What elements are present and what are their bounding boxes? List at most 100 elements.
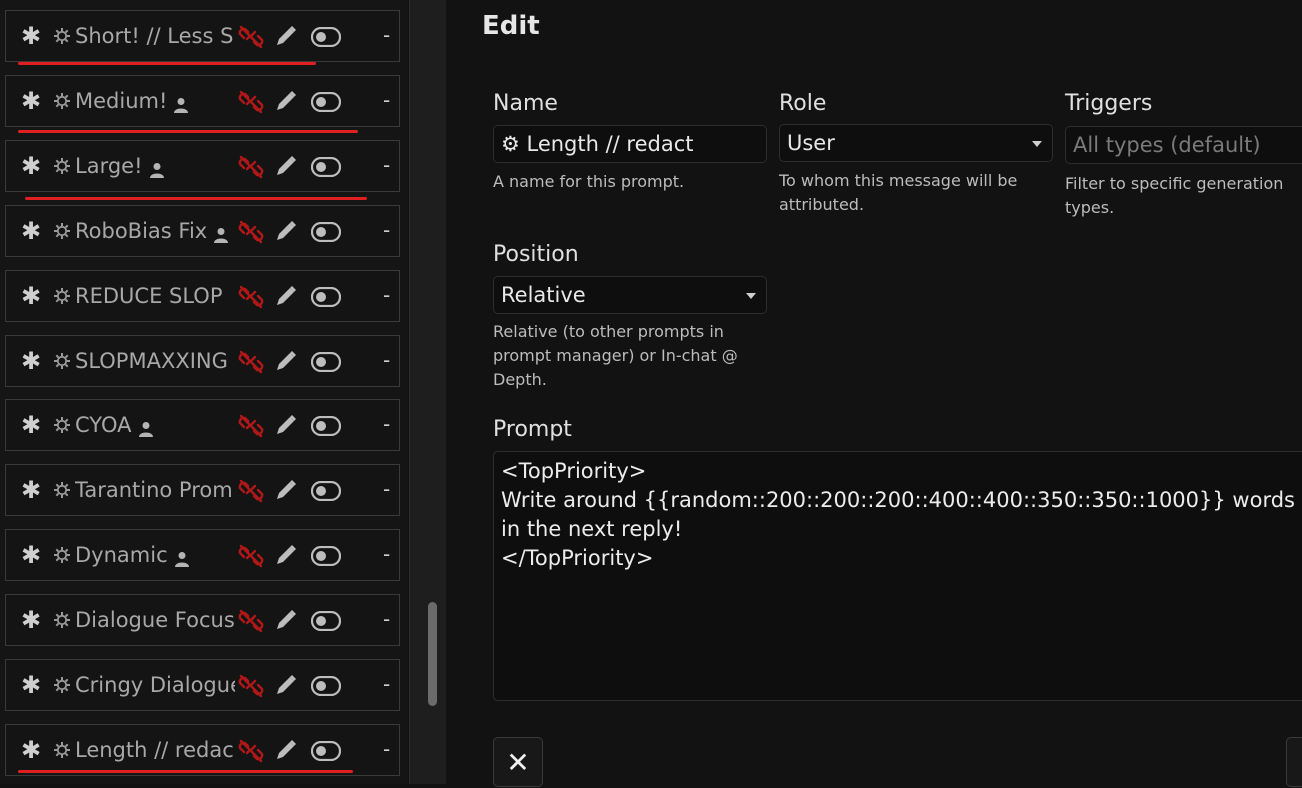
pencil-icon[interactable] <box>274 154 298 178</box>
toggle-icon[interactable] <box>310 740 342 762</box>
asterisk-icon[interactable]: ✱ <box>21 349 41 373</box>
prompt-row[interactable]: ✱ Length // redac - <box>5 724 400 776</box>
asterisk-icon[interactable]: ✱ <box>21 673 41 697</box>
unlink-icon[interactable] <box>238 543 264 569</box>
prompt-row-label[interactable]: SLOPMAXXING <box>75 348 228 374</box>
prompt-row[interactable]: ✱ Dynamic - <box>5 529 400 581</box>
save-button[interactable] <box>1286 737 1302 787</box>
remove-button[interactable]: - <box>383 348 390 372</box>
toggle-icon[interactable] <box>310 221 342 243</box>
prompt-row[interactable]: ✱ Dialogue Focus - <box>5 594 400 646</box>
pencil-icon[interactable] <box>274 543 298 567</box>
toggle-icon[interactable] <box>310 156 342 178</box>
pencil-icon[interactable] <box>274 24 298 48</box>
toggle-icon[interactable] <box>310 26 342 48</box>
remove-button[interactable]: - <box>383 23 390 47</box>
prompt-row-label[interactable]: Tarantino Prom <box>75 477 233 503</box>
name-help: A name for this prompt. <box>493 172 685 191</box>
toggle-icon[interactable] <box>310 351 342 373</box>
prompt-row-label[interactable]: Length // redac <box>75 737 234 763</box>
prompt-row[interactable]: ✱ REDUCE SLOP - <box>5 270 400 322</box>
prompt-row-label[interactable]: Dialogue Focus <box>75 607 235 633</box>
prompt-row-label[interactable]: Dynamic <box>75 542 189 568</box>
unlink-icon[interactable] <box>238 154 264 180</box>
gear-icon <box>53 287 71 305</box>
asterisk-icon[interactable]: ✱ <box>21 543 41 567</box>
prompt-row-label[interactable]: RoboBias Fix <box>75 218 229 244</box>
unlink-icon[interactable] <box>238 24 264 50</box>
prompt-row-label[interactable]: CYOA <box>75 412 153 438</box>
role-select[interactable]: User <box>779 124 1053 162</box>
toggle-icon[interactable] <box>310 675 342 697</box>
toggle-icon[interactable] <box>310 286 342 308</box>
remove-button[interactable]: - <box>383 153 390 177</box>
toggle-icon[interactable] <box>310 545 342 567</box>
prompt-row[interactable]: ✱ Cringy Dialogue - <box>5 659 400 711</box>
prompt-row[interactable]: ✱ RoboBias Fix - <box>5 205 400 257</box>
prompt-row[interactable]: ✱ Tarantino Prom - <box>5 464 400 516</box>
pencil-icon[interactable] <box>274 219 298 243</box>
toggle-icon[interactable] <box>310 415 342 437</box>
asterisk-icon[interactable]: ✱ <box>21 89 41 113</box>
prompt-row[interactable]: ✱ Short! // Less Sl - <box>5 10 400 62</box>
unlink-icon[interactable] <box>238 673 264 699</box>
remove-button[interactable]: - <box>383 477 390 501</box>
prompt-row[interactable]: ✱ SLOPMAXXING - <box>5 335 400 387</box>
triggers-select[interactable]: All types (default) <box>1065 126 1302 164</box>
asterisk-icon[interactable]: ✱ <box>21 284 41 308</box>
asterisk-icon[interactable]: ✱ <box>21 24 41 48</box>
remove-button[interactable]: - <box>383 607 390 631</box>
pencil-icon[interactable] <box>274 413 298 437</box>
toggle-icon[interactable] <box>310 91 342 113</box>
prompt-list: ✱ Short! // Less Sl - ✱ Medium! - ✱ Large! - ✱ Rob… <box>0 0 408 784</box>
prompt-row[interactable]: ✱ CYOA - <box>5 399 400 451</box>
asterisk-icon[interactable]: ✱ <box>21 413 41 437</box>
remove-button[interactable]: - <box>383 737 390 761</box>
unlink-icon[interactable] <box>238 89 264 115</box>
pencil-icon[interactable] <box>274 478 298 502</box>
scrollbar-thumb[interactable] <box>428 602 437 706</box>
unlink-icon[interactable] <box>238 413 264 439</box>
unlink-icon[interactable] <box>238 219 264 245</box>
unlink-icon[interactable] <box>238 284 264 310</box>
remove-button[interactable]: - <box>383 283 390 307</box>
prompt-row[interactable]: ✱ Large! - <box>5 140 400 192</box>
asterisk-icon[interactable]: ✱ <box>21 738 41 762</box>
unlink-icon[interactable] <box>238 608 264 634</box>
name-label: Name <box>493 91 558 116</box>
remove-button[interactable]: - <box>383 412 390 436</box>
toggle-icon[interactable] <box>310 610 342 632</box>
pencil-icon[interactable] <box>274 349 298 373</box>
remove-button[interactable]: - <box>383 672 390 696</box>
close-button[interactable]: ✕ <box>493 737 543 787</box>
prompt-row-label[interactable]: Medium! <box>75 88 189 114</box>
prompt-row-label[interactable]: Large! <box>75 153 164 179</box>
asterisk-icon[interactable]: ✱ <box>21 219 41 243</box>
asterisk-icon[interactable]: ✱ <box>21 154 41 178</box>
pencil-icon[interactable] <box>274 608 298 632</box>
prompt-label: Prompt <box>493 417 572 442</box>
remove-button[interactable]: - <box>383 88 390 112</box>
toggle-icon[interactable] <box>310 480 342 502</box>
prompt-textarea[interactable]: <TopPriority> Write around {{random::200… <box>493 451 1302 701</box>
unlink-icon[interactable] <box>238 349 264 375</box>
prompt-row-label[interactable]: Short! // Less Sl <box>75 23 235 49</box>
pencil-icon[interactable] <box>274 284 298 308</box>
red-underline-annotation <box>25 197 367 200</box>
pencil-icon[interactable] <box>274 673 298 697</box>
pencil-icon[interactable] <box>274 738 298 762</box>
remove-button[interactable]: - <box>383 542 390 566</box>
position-select[interactable]: Relative <box>493 276 767 314</box>
unlink-icon[interactable] <box>238 738 264 764</box>
role-label: Role <box>779 91 827 116</box>
prompt-row[interactable]: ✱ Medium! - <box>5 75 400 127</box>
prompt-row-label[interactable]: REDUCE SLOP <box>75 283 222 309</box>
name-input[interactable]: ⚙ Length // redact <box>493 125 767 163</box>
user-icon <box>174 547 189 567</box>
prompt-row-label[interactable]: Cringy Dialogue <box>75 672 235 698</box>
unlink-icon[interactable] <box>238 478 264 504</box>
pencil-icon[interactable] <box>274 89 298 113</box>
asterisk-icon[interactable]: ✱ <box>21 608 41 632</box>
asterisk-icon[interactable]: ✱ <box>21 478 41 502</box>
remove-button[interactable]: - <box>383 218 390 242</box>
